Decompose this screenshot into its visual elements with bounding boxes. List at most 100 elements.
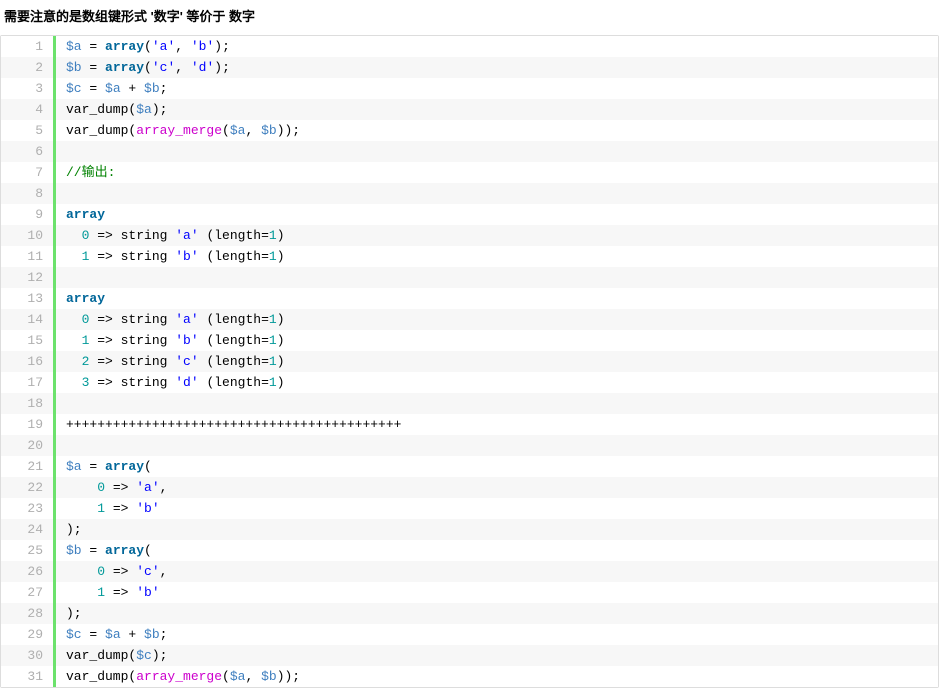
line-number: 24: [1, 519, 53, 540]
code-source: array: [56, 288, 105, 309]
token-str: 'b': [175, 333, 198, 348]
token-p: (: [222, 669, 230, 684]
token-p: ): [277, 333, 285, 348]
line-number: 14: [1, 309, 53, 330]
code-line: 24);: [1, 519, 938, 540]
code-source: [56, 183, 66, 204]
line-number: 11: [1, 246, 53, 267]
token-num: 1: [269, 312, 277, 327]
token-p: (length=: [199, 333, 269, 348]
token-kw: array: [105, 39, 144, 54]
line-number: 2: [1, 57, 53, 78]
code-source: );: [56, 603, 82, 624]
code-source: 0 => 'a',: [56, 477, 167, 498]
code-source: ++++++++++++++++++++++++++++++++++++++++…: [56, 414, 401, 435]
token-str: 'b': [136, 585, 159, 600]
line-number: 6: [1, 141, 53, 162]
token-p: =>: [105, 585, 136, 600]
token-p: );: [214, 39, 230, 54]
token-num: 1: [97, 585, 105, 600]
token-var: $b: [261, 123, 277, 138]
token-p: ;: [160, 627, 168, 642]
token-p: =: [82, 60, 105, 75]
code-block: 1$a = array('a', 'b');2$b = array('c', '…: [0, 35, 939, 688]
code-source: [56, 141, 66, 162]
line-number: 21: [1, 456, 53, 477]
code-line: 4var_dump($a);: [1, 99, 938, 120]
code-line: 28);: [1, 603, 938, 624]
line-number: 9: [1, 204, 53, 225]
token-var: $b: [144, 81, 160, 96]
line-number: 4: [1, 99, 53, 120]
token-p: (: [144, 39, 152, 54]
token-p: (: [144, 543, 152, 558]
token-p: => string: [89, 228, 175, 243]
code-line: 11 1 => string 'b' (length=1): [1, 246, 938, 267]
code-source: [56, 393, 66, 414]
token-var: $a: [105, 81, 121, 96]
line-number: 12: [1, 267, 53, 288]
code-line: 16 2 => string 'c' (length=1): [1, 351, 938, 372]
code-source: 1 => string 'b' (length=1): [56, 246, 285, 267]
code-line: 10 0 => string 'a' (length=1): [1, 225, 938, 246]
line-number: 16: [1, 351, 53, 372]
token-fn: array_merge: [136, 669, 222, 684]
code-line: 17 3 => string 'd' (length=1): [1, 372, 938, 393]
code-source: $a = array(: [56, 456, 152, 477]
token-num: 1: [269, 228, 277, 243]
token-p: =: [82, 459, 105, 474]
line-number: 30: [1, 645, 53, 666]
token-str: 'd': [191, 60, 214, 75]
token-var: $a: [66, 459, 82, 474]
token-str: 'b': [191, 39, 214, 54]
token-p: (: [222, 123, 230, 138]
line-number: 3: [1, 78, 53, 99]
token-var: $c: [66, 627, 82, 642]
token-var: $b: [66, 60, 82, 75]
token-p: =: [82, 39, 105, 54]
code-source: 1 => string 'b' (length=1): [56, 330, 285, 351]
token-str: 'a': [136, 480, 159, 495]
code-source: $c = $a + $b;: [56, 624, 167, 645]
code-source: $b = array('c', 'd');: [56, 57, 230, 78]
token-p: +: [121, 627, 144, 642]
token-num: 1: [97, 501, 105, 516]
token-var: $b: [66, 543, 82, 558]
token-p: => string: [89, 354, 175, 369]
line-number: 13: [1, 288, 53, 309]
token-p: ): [277, 228, 285, 243]
code-line: 30var_dump($c);: [1, 645, 938, 666]
token-num: 1: [269, 375, 277, 390]
token-num: 1: [269, 249, 277, 264]
token-p: ,: [160, 480, 168, 495]
line-number: 29: [1, 624, 53, 645]
token-fn: array_merge: [136, 123, 222, 138]
token-p: [66, 312, 82, 327]
code-source: [56, 435, 66, 456]
token-p: ));: [277, 669, 300, 684]
line-number: 19: [1, 414, 53, 435]
token-cmt: //输出:: [66, 165, 115, 180]
token-str: 'b': [175, 249, 198, 264]
token-p: =>: [105, 501, 136, 516]
line-number: 1: [1, 36, 53, 57]
code-line: 27 1 => 'b': [1, 582, 938, 603]
token-num: 1: [269, 354, 277, 369]
token-p: =: [82, 543, 105, 558]
line-number: 26: [1, 561, 53, 582]
token-var: $a: [230, 123, 246, 138]
token-var: $b: [261, 669, 277, 684]
token-num: 0: [97, 564, 105, 579]
code-line: 14 0 => string 'a' (length=1): [1, 309, 938, 330]
code-source: var_dump(array_merge($a, $b));: [56, 120, 300, 141]
token-p: =: [82, 81, 105, 96]
code-source: //输出:: [56, 162, 115, 183]
token-var: $b: [144, 627, 160, 642]
line-number: 5: [1, 120, 53, 141]
code-source: 3 => string 'd' (length=1): [56, 372, 285, 393]
token-p: [66, 480, 97, 495]
token-var: $a: [105, 627, 121, 642]
token-p: );: [152, 102, 168, 117]
line-number: 8: [1, 183, 53, 204]
token-p: [66, 564, 97, 579]
